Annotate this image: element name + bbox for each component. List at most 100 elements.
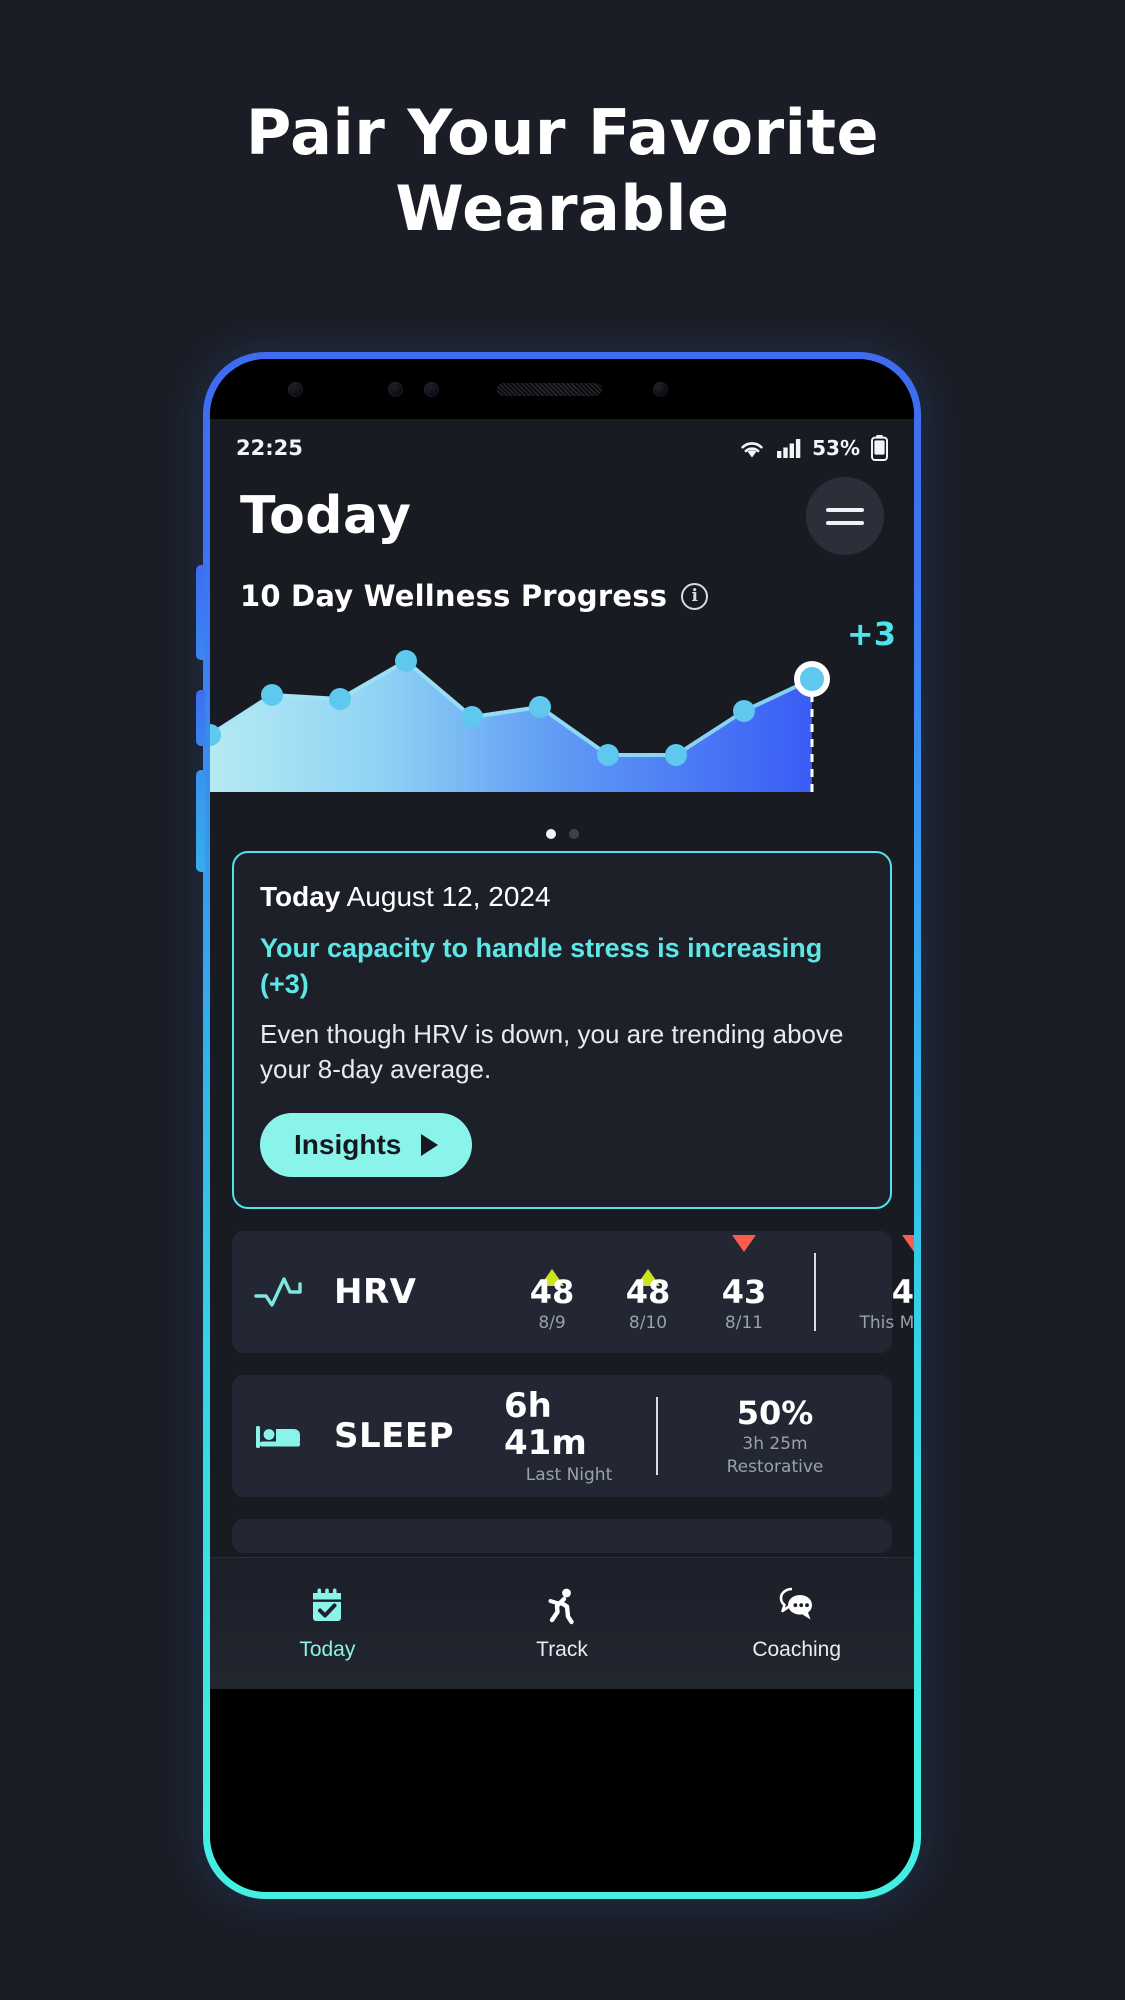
menu-line [826,507,864,512]
nav-label-track: Track [536,1638,588,1661]
insights-button[interactable]: Insights [260,1113,473,1178]
battery-icon [871,435,888,461]
trend-up-icon [636,1252,660,1287]
metric-value-label: Last Night [525,1464,613,1485]
running-person-icon [548,1588,574,1625]
wifi-icon [741,441,763,457]
metric-current: 41 This Morning [838,1235,914,1333]
chart-point [597,744,619,766]
metric-name: SLEEP [334,1416,455,1457]
sleep-restorative: 50% 3h 25m Restorative [680,1396,870,1477]
chart-point [461,706,483,728]
chart-point [733,700,755,722]
metric-value: 43 [721,1273,767,1312]
phone-top-bezel [210,359,914,419]
metric-value: 48 [529,1273,575,1312]
metric-value-label: 8/9 [538,1312,566,1333]
hamburger-menu-icon[interactable] [806,477,884,555]
metric-card-hrv[interactable]: HRV 48 8/9 48 8/10 43 8/11 4 This M [232,1231,914,1354]
chart-point [529,696,551,718]
nav-label-today: Today [299,1638,356,1661]
play-triangle-icon [421,1134,439,1157]
front-camera-icon [653,382,668,397]
insights-button-label: Insights [294,1129,402,1161]
metric-name: HRV [334,1272,417,1313]
chart-point [261,684,283,706]
status-icons: 53% [739,435,888,461]
phone-screen: 22:25 53% Today 10 Day Wellness Progress… [210,419,914,1689]
sensor-icon [288,382,303,397]
insight-date-row: Today August 12, 2024 [260,879,864,915]
status-time: 22:25 [236,436,303,460]
bottom-navigation: Today Track Coaching [210,1557,914,1689]
menu-line [826,520,864,525]
heartbeat-icon [254,1277,302,1308]
metric-history-item: 48 8/10 [600,1252,696,1333]
carousel-dots[interactable] [210,817,914,839]
carousel-dot[interactable] [568,829,579,839]
nav-item-today[interactable]: Today [210,1585,445,1662]
phone-side-button [196,565,205,660]
page-title: Today [240,486,412,546]
bed-icon [256,1426,300,1449]
metric-identity: HRV [254,1272,504,1312]
insight-body-text: Even though HRV is down, you are trendin… [260,1019,844,1085]
metric-divider [814,1253,816,1332]
metric-value: 6h 41m [504,1386,587,1463]
metric-card-partial[interactable] [232,1519,892,1554]
chart-point-highlighted [794,661,830,697]
nav-item-track[interactable]: Track [445,1585,680,1662]
nav-label-coaching: Coaching [752,1638,842,1661]
screenshot-root: Pair Your Favorite Wearable 22:25 53% To… [0,0,1125,2000]
metric-history-item: 43 8/11 [696,1235,792,1333]
page-headline: Pair Your Favorite Wearable [245,96,880,245]
chart-delta-label: +3 [846,615,896,653]
metric-identity: SLEEP [254,1416,504,1456]
metric-divider [656,1397,658,1476]
metric-current-label: Restorative [726,1456,824,1477]
signal-bars-icon [777,438,801,458]
metric-value: 48 [625,1273,671,1312]
chart-canvas [210,650,830,792]
app-header: Today [210,467,914,555]
trend-down-icon [732,1235,756,1272]
phone-mockup-frame: 22:25 53% Today 10 Day Wellness Progress… [203,352,921,1899]
phone-bottom-chin [210,1689,914,1892]
sensor-icon [424,382,439,397]
chart-point [395,650,417,672]
metric-history-item: 48 8/9 [504,1252,600,1333]
chart-point [329,688,351,710]
metric-value-label: 8/10 [628,1312,668,1333]
chart-point [665,744,687,766]
phone-side-button [196,690,205,746]
chart-title: 10 Day Wellness Progress [240,579,668,613]
insight-date-prefix: Today [260,881,341,912]
earpiece-speaker [497,383,602,396]
metric-card-sleep[interactable]: SLEEP 6h 41m Last Night 50% 3h 25m Resto… [232,1375,892,1498]
insight-headline: Your capacity to handle stress is increa… [260,933,823,1000]
status-bar: 22:25 53% [210,419,914,467]
wellness-progress-chart[interactable]: +3 [210,615,914,817]
trend-up-icon [540,1252,564,1287]
nav-item-coaching[interactable]: Coaching [679,1585,914,1662]
metric-values: 6h 41m Last Night 50% 3h 25m Restorative [504,1375,870,1497]
chart-header: 10 Day Wellness Progress i [210,555,914,613]
calendar-check-icon [313,1588,342,1621]
sleep-duration: 6h 41m Last Night [504,1386,634,1485]
insight-card: Today August 12, 2024 Your capacity to h… [232,851,892,1210]
metric-current-value: 50% [736,1394,814,1433]
metric-current-value: 41 [891,1273,914,1312]
phone-side-button [196,770,205,872]
info-icon[interactable]: i [681,582,709,610]
metric-value-label: 8/11 [724,1312,764,1333]
insight-date-value: August 12, 2024 [346,881,551,912]
trend-down-icon [902,1235,914,1272]
metric-current-label: This Morning [859,1312,914,1333]
battery-percent: 53% [812,436,860,460]
sensor-icon [388,382,403,397]
chat-bubbles-icon [779,1587,812,1620]
metric-values: 48 8/9 48 8/10 43 8/11 4 This M [504,1231,914,1353]
carousel-dot-active[interactable] [545,829,556,839]
phone-body: 22:25 53% Today 10 Day Wellness Progress… [210,359,914,1892]
metric-current-sub: 3h 25m [742,1433,808,1454]
